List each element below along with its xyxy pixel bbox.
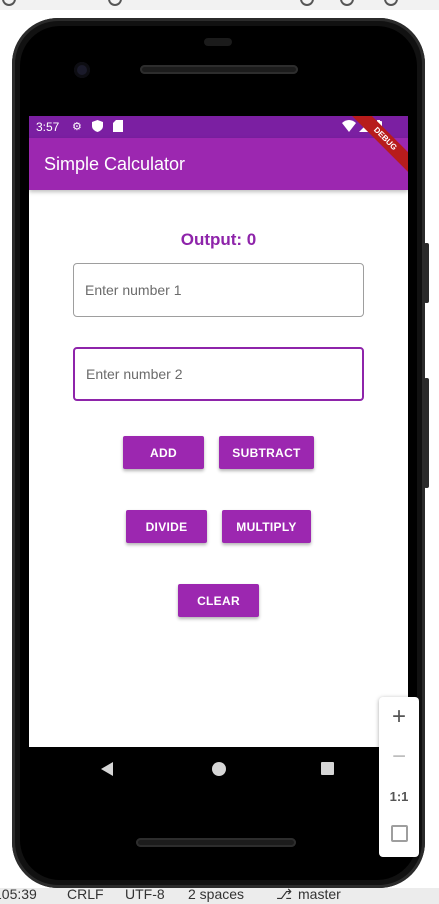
git-branch[interactable]: master: [298, 888, 341, 902]
gear-icon: ⚙: [72, 121, 82, 133]
sd-card-icon: [113, 120, 123, 132]
app-bar: Simple Calculator: [29, 138, 408, 190]
wifi-icon: [342, 120, 356, 132]
bottom-speaker: [136, 838, 296, 847]
status-bar: 3:57 ⚙: [29, 116, 408, 138]
android-nav-bar: [29, 747, 408, 791]
ide-status-bar: 105:39 CRLF UTF-8 2 spaces ⎇ master: [0, 888, 439, 904]
top-speaker: [140, 65, 298, 74]
number2-input[interactable]: [75, 349, 362, 399]
recents-icon[interactable]: [321, 762, 334, 775]
emulator-zoom-panel: + − 1:1: [379, 697, 419, 857]
number2-field[interactable]: [73, 347, 364, 401]
divide-button[interactable]: DIVIDE: [126, 510, 207, 543]
number1-field[interactable]: [73, 263, 364, 317]
volume-button[interactable]: [424, 243, 429, 303]
cursor-position[interactable]: 105:39: [0, 888, 37, 902]
number1-input[interactable]: [74, 264, 363, 316]
clear-button[interactable]: CLEAR: [178, 584, 259, 617]
output-label: Output: 0: [180, 230, 257, 249]
indent-setting[interactable]: 2 spaces: [188, 888, 244, 902]
multiply-button[interactable]: MULTIPLY: [222, 510, 311, 543]
ide-toolbar: [0, 0, 439, 10]
git-branch-icon: ⎇: [276, 888, 293, 902]
power-button[interactable]: [424, 378, 429, 488]
home-icon[interactable]: [212, 762, 226, 776]
actual-size-button[interactable]: 1:1: [379, 789, 419, 804]
app-screen: 3:57 ⚙ Simple Calculator DEBUG Output: 0…: [29, 116, 408, 747]
back-icon[interactable]: [101, 762, 113, 776]
encoding[interactable]: UTF-8: [125, 888, 165, 902]
fit-screen-icon[interactable]: [391, 825, 408, 842]
add-button[interactable]: ADD: [123, 436, 204, 469]
line-ending[interactable]: CRLF: [67, 888, 104, 902]
app-title: Simple Calculator: [44, 154, 186, 174]
status-time: 3:57: [36, 120, 60, 134]
front-camera-icon: [74, 62, 90, 78]
top-sensor: [204, 38, 232, 46]
zoom-in-button[interactable]: +: [379, 703, 419, 731]
zoom-out-button[interactable]: −: [379, 743, 419, 771]
emulator-window: 3:57 ⚙ Simple Calculator DEBUG Output: 0…: [0, 0, 439, 904]
shield-icon: [92, 120, 103, 132]
subtract-button[interactable]: SUBTRACT: [219, 436, 314, 469]
